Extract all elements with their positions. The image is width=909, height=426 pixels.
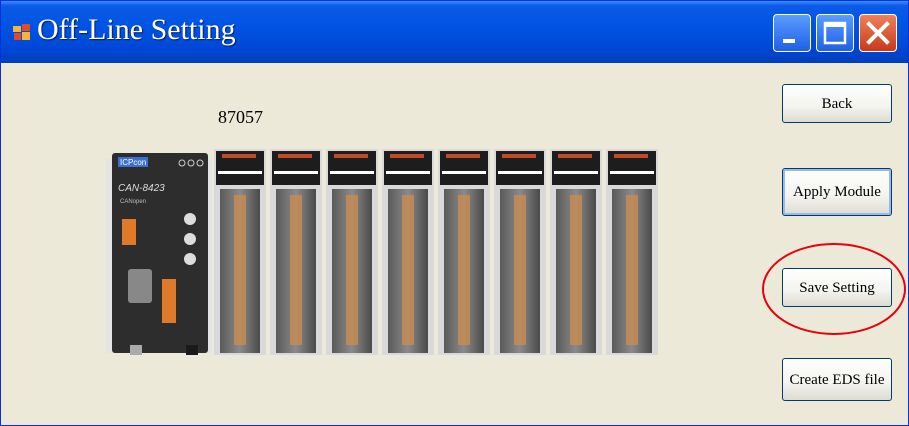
device-rack-image: ICPcon CAN-8423 CANopen <box>106 149 658 355</box>
highlight-ellipse <box>762 243 906 335</box>
controller-unit: ICPcon CAN-8423 CANopen <box>106 153 212 355</box>
svg-text:CAN-8423: CAN-8423 <box>118 183 165 194</box>
minimize-button[interactable] <box>773 14 811 52</box>
minimize-icon <box>783 39 795 43</box>
back-button[interactable]: Back <box>782 84 892 123</box>
module-model-label: 87057 <box>218 107 263 127</box>
io-modules <box>214 149 658 355</box>
close-button[interactable] <box>859 14 897 52</box>
create-eds-file-button[interactable]: Create EDS file <box>782 358 892 401</box>
client-area: 87057 ICPcon CAN-8423 CANopen Back Apply… <box>4 63 906 422</box>
svg-text:ICPcon: ICPcon <box>120 158 146 167</box>
maximize-button[interactable] <box>816 14 854 52</box>
close-icon <box>866 21 890 45</box>
window: Off-Line Setting 87057 ICPcon CAN-8423 C… <box>0 0 909 426</box>
title-bar[interactable]: Off-Line Setting <box>1 1 908 63</box>
svg-text:CANopen: CANopen <box>120 199 146 205</box>
window-title: Off-Line Setting <box>37 13 236 46</box>
apply-module-button[interactable]: Apply Module <box>782 168 892 216</box>
app-icon <box>13 23 31 41</box>
maximize-icon <box>823 21 847 45</box>
